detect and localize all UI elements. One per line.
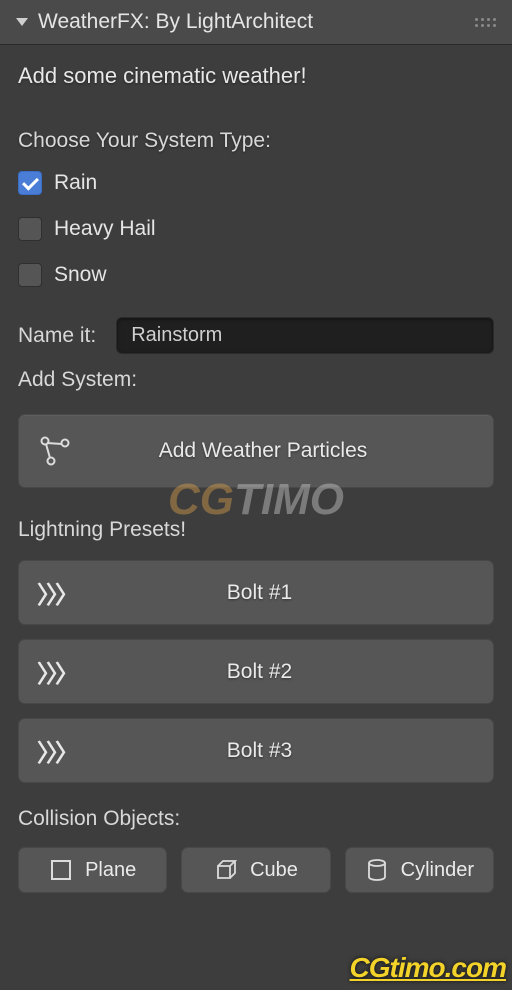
checkbox-label: Heavy Hail (54, 217, 156, 241)
checkbox-row-heavy-hail[interactable]: Heavy Hail (18, 217, 494, 241)
cylinder-icon (365, 858, 389, 882)
collision-cylinder-button[interactable]: Cylinder (345, 847, 494, 893)
bolt-3-button[interactable]: 〉〉〉 Bolt #3 (18, 718, 494, 783)
collision-row: Plane Cube Cylinder (18, 847, 494, 893)
add-weather-particles-label: Add Weather Particles (51, 439, 475, 463)
bolt-label: Bolt #3 (44, 739, 475, 763)
name-input[interactable] (116, 317, 494, 354)
checkbox-label: Snow (54, 263, 107, 287)
watermark: CGtimo.com (350, 952, 506, 984)
checkbox-rain[interactable] (18, 171, 42, 195)
collision-cube-button[interactable]: Cube (181, 847, 330, 893)
intro-text: Add some cinematic weather! (18, 63, 494, 89)
checkbox-row-rain[interactable]: Rain (18, 171, 494, 195)
add-system-label: Add System: (18, 368, 494, 392)
checkbox-label: Rain (54, 171, 97, 195)
disclosure-triangle-icon[interactable] (16, 18, 28, 26)
collision-objects-label: Collision Objects: (18, 807, 494, 831)
checkbox-row-snow[interactable]: Snow (18, 263, 494, 287)
shape-label: Cube (250, 859, 298, 882)
bolt-2-button[interactable]: 〉〉〉 Bolt #2 (18, 639, 494, 704)
plane-icon (49, 858, 73, 882)
panel-header[interactable]: WeatherFX: By LightArchitect (0, 0, 512, 45)
shape-label: Plane (85, 859, 136, 882)
bolt-label: Bolt #1 (44, 581, 475, 605)
checkbox-snow[interactable] (18, 263, 42, 287)
shape-label: Cylinder (401, 859, 474, 882)
cube-icon (214, 858, 238, 882)
name-label: Name it: (18, 324, 96, 348)
checkbox-heavy-hail[interactable] (18, 217, 42, 241)
bolt-label: Bolt #2 (44, 660, 475, 684)
panel-body: Add some cinematic weather! Choose Your … (0, 45, 512, 911)
add-weather-particles-button[interactable]: Add Weather Particles (18, 414, 494, 488)
lightning-presets-label: Lightning Presets! (18, 518, 494, 542)
drag-handle-icon[interactable] (475, 18, 496, 27)
panel-title: WeatherFX: By LightArchitect (38, 10, 465, 34)
collision-plane-button[interactable]: Plane (18, 847, 167, 893)
system-type-label: Choose Your System Type: (18, 129, 494, 153)
bolt-1-button[interactable]: 〉〉〉 Bolt #1 (18, 560, 494, 625)
name-row: Name it: (18, 317, 494, 354)
